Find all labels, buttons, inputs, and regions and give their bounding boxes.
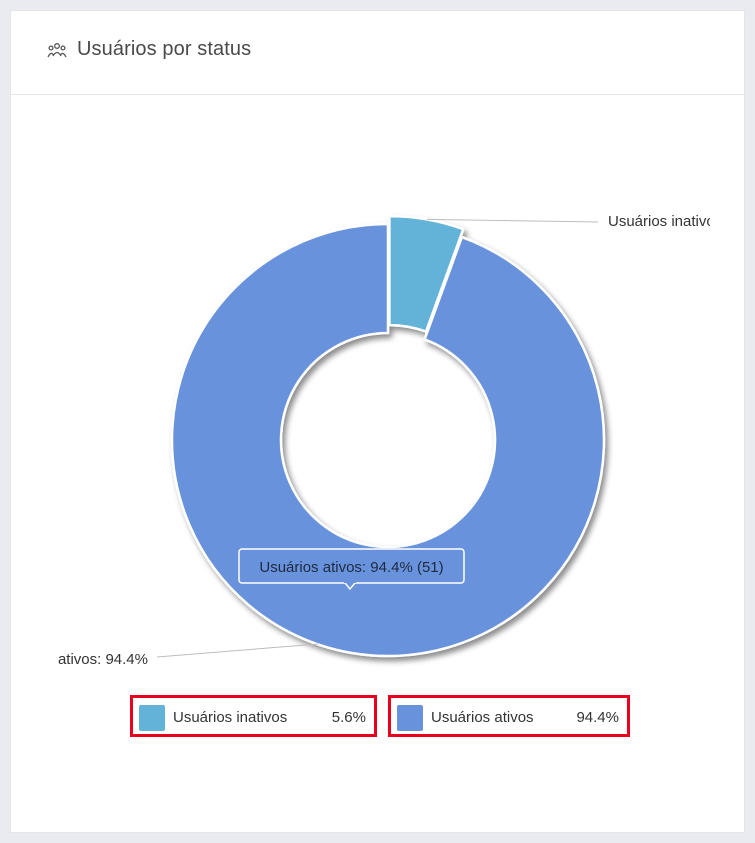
status-card: Usuários por status Usuários inativo ativ…: [10, 10, 745, 833]
legend-value: 94.4%: [576, 709, 619, 726]
callout-line: [156, 643, 319, 658]
tooltip-text: Usuários ativos: 94.4% (51): [259, 559, 443, 576]
callout-label: ativos: 94.4%: [58, 651, 148, 668]
legend-label: Usuários inativos: [173, 709, 288, 726]
callout-label: Usuários inativo: [608, 213, 715, 230]
legend-swatch: [397, 705, 423, 731]
legend-label: Usuários ativos: [431, 709, 534, 726]
legend-item-active[interactable]: Usuários ativos 94.4%: [388, 695, 630, 737]
pie-slice[interactable]: [170, 222, 606, 658]
callout-line: [426, 218, 599, 223]
legend-item-inactive[interactable]: Usuários inativos 5.6%: [130, 695, 377, 737]
legend-swatch: [139, 705, 165, 731]
donut-chart: Usuários inativo ativos: 94.4% Usuários a…: [58, 213, 715, 668]
legend-value: 5.6%: [331, 709, 366, 726]
chart-tooltip: Usuários ativos: 94.4% (51): [238, 548, 465, 591]
